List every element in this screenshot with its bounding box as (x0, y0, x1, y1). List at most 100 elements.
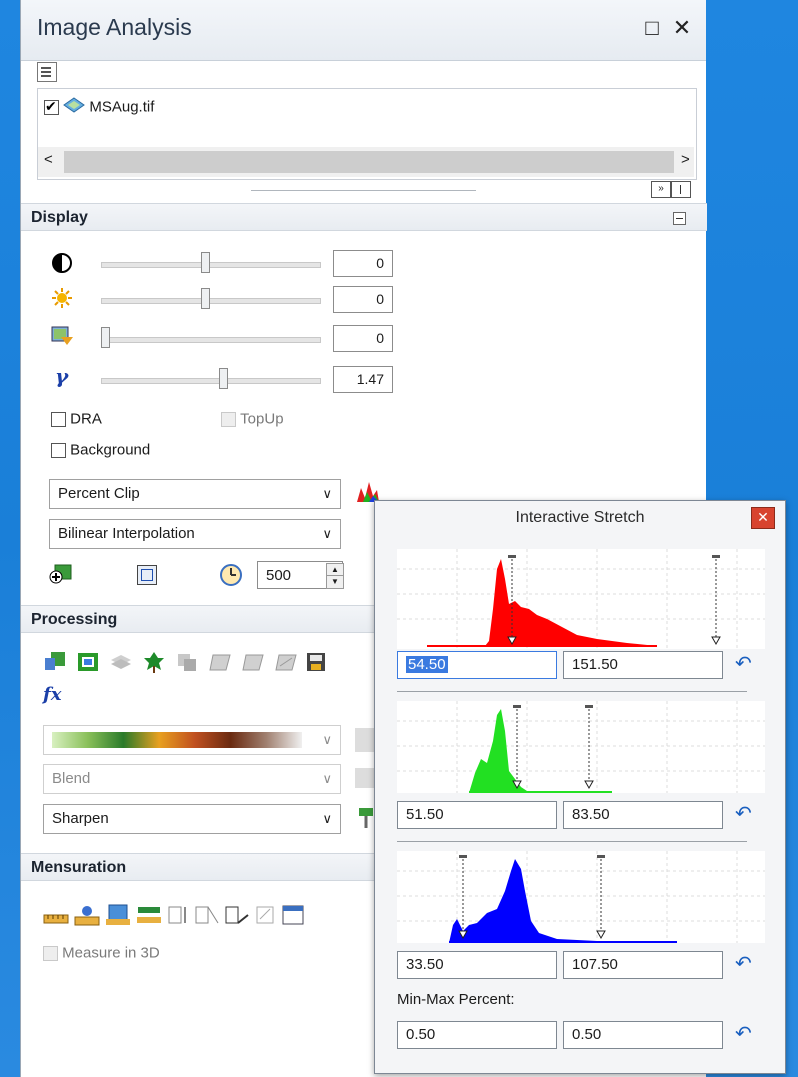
resampling-select[interactable]: Bilinear Interpolation ∨ (49, 519, 341, 549)
raster-layer-icon (63, 97, 86, 117)
measure-area-icon[interactable] (105, 903, 131, 927)
contrast-row: 0 (51, 248, 421, 280)
dialog-close-icon[interactable]: ✕ (751, 507, 775, 529)
layer-checkbox[interactable] (44, 98, 59, 115)
minmax-high-input[interactable]: 0.50 (563, 1021, 723, 1049)
minmax-reset-icon[interactable]: ↶ (735, 1021, 752, 1046)
processing-header-label: Processing (31, 611, 118, 628)
gamma-value[interactable]: 1.47 (333, 366, 393, 393)
sharpen-value: Sharpen (52, 810, 109, 827)
hillshade-disabled-icon[interactable] (175, 650, 199, 674)
horizontal-scrollbar[interactable]: < > (38, 147, 694, 177)
spinner-down-icon[interactable]: ▼ (326, 575, 344, 589)
add-layer-icon[interactable] (49, 563, 73, 585)
color-ramp-preview (52, 732, 302, 748)
mosaic-icon[interactable] (43, 650, 67, 674)
gamma-row: γ 1.47 (51, 364, 421, 396)
dra-option[interactable]: DRA (51, 410, 102, 428)
collapse-display-icon[interactable] (673, 212, 686, 225)
function-icon[interactable]: fx (43, 684, 61, 705)
red-reset-icon[interactable]: ↶ (735, 651, 752, 676)
split-view-icon[interactable] (671, 181, 691, 198)
topup-option[interactable]: TopUp (221, 410, 284, 428)
measure-distance-icon[interactable] (43, 903, 69, 927)
brightness-value[interactable]: 0 (333, 286, 393, 313)
red-histogram[interactable] (397, 549, 765, 649)
processing-toolbar (43, 650, 383, 676)
scrollbar-thumb[interactable] (64, 151, 674, 173)
sharpen-select[interactable]: Sharpen ∨ (43, 804, 341, 834)
background-checkbox[interactable] (51, 442, 66, 458)
red-min-value: 54.50 (406, 656, 448, 673)
measure-window-icon[interactable] (281, 903, 305, 927)
chevron-down-icon: ∨ (322, 486, 332, 501)
gamma-slider-thumb[interactable] (219, 368, 228, 389)
zoom-fit-icon[interactable] (137, 565, 157, 585)
contrast-slider-track[interactable] (101, 262, 321, 268)
blend-select[interactable]: Blend ∨ (43, 764, 341, 794)
display-section-header[interactable]: Display (21, 203, 707, 231)
green-min-input[interactable]: 51.50 (397, 801, 557, 829)
interactive-stretch-dialog: Interactive Stretch ✕ 54.50 151.50 ↶ 51.… (374, 500, 786, 1074)
chevron-down-icon: ∨ (322, 526, 332, 541)
measure-point-disabled-icon[interactable] (167, 903, 189, 927)
green-max-input[interactable]: 83.50 (563, 801, 723, 829)
maximize-icon[interactable]: □ (641, 16, 663, 40)
transparency-value[interactable]: 0 (333, 325, 393, 352)
blue-histogram[interactable] (397, 851, 765, 943)
green-histogram[interactable] (397, 701, 765, 793)
gamma-slider-track[interactable] (101, 378, 321, 384)
close-icon[interactable]: ✕ (671, 16, 693, 40)
chevron-down-icon: ∨ (322, 771, 332, 786)
mensuration-header-label: Mensuration (31, 859, 127, 876)
grid2-disabled-icon[interactable] (241, 650, 265, 674)
transparency-slider-track[interactable] (101, 337, 321, 343)
grid-disabled-icon[interactable] (208, 650, 232, 674)
ndvi-leaf-icon[interactable] (142, 650, 166, 674)
measure-height-icon[interactable] (74, 903, 100, 927)
layer-item[interactable]: MSAug.tif (44, 97, 154, 117)
measure-angle-icon[interactable] (136, 903, 162, 927)
splitter[interactable] (251, 190, 476, 191)
brightness-slider-track[interactable] (101, 298, 321, 304)
blue-min-input[interactable]: 33.50 (397, 951, 557, 979)
green-reset-icon[interactable]: ↶ (735, 801, 752, 826)
blue-reset-icon[interactable]: ↶ (735, 951, 752, 976)
save-icon[interactable] (305, 650, 327, 674)
dialog-title: Interactive Stretch (515, 509, 645, 526)
layers-disabled-icon[interactable] (109, 650, 133, 674)
red-max-input[interactable]: 151.50 (563, 651, 723, 679)
contrast-value[interactable]: 0 (333, 250, 393, 277)
shaded-disabled-icon[interactable] (274, 650, 298, 674)
clip-icon[interactable] (76, 650, 100, 674)
refresh-timer-icon[interactable] (219, 563, 243, 587)
brightness-slider-thumb[interactable] (201, 288, 210, 309)
color-ramp-select[interactable]: ∨ (43, 725, 341, 755)
background-option[interactable]: Background (51, 441, 150, 459)
mensuration-toolbar (43, 903, 383, 929)
scroll-left-icon[interactable]: < (44, 151, 53, 168)
red-min-input[interactable]: 54.50 (397, 651, 557, 679)
stretch-type-value: Percent Clip (58, 485, 140, 502)
minmax-low-input[interactable]: 0.50 (397, 1021, 557, 1049)
dra-checkbox[interactable] (51, 411, 66, 427)
transparency-row: 0 (51, 323, 421, 355)
stretch-type-select[interactable]: Percent Clip ∨ (49, 479, 341, 509)
measure-edit-icon[interactable] (224, 903, 250, 927)
measure-3d-option[interactable]: Measure in 3D (43, 944, 160, 962)
red-max-handle[interactable] (711, 555, 721, 646)
gamma-icon: γ (55, 364, 69, 388)
contrast-slider-thumb[interactable] (201, 252, 210, 273)
scroll-right-icon[interactable]: > (681, 151, 690, 168)
topup-checkbox[interactable] (221, 411, 236, 427)
blue-max-input[interactable]: 107.50 (563, 951, 723, 979)
measure-settings-disabled-icon[interactable] (255, 903, 277, 927)
refresh-interval-spinner[interactable]: 500 ▲ ▼ (257, 561, 344, 589)
separator-2 (397, 841, 747, 842)
measure-3d-checkbox[interactable] (43, 945, 58, 961)
list-options-icon[interactable] (37, 62, 57, 82)
transparency-slider-thumb[interactable] (101, 327, 110, 348)
collapse-all-icon[interactable]: » (651, 181, 671, 198)
blend-tool-icon[interactable] (355, 768, 375, 788)
measure-centroid-disabled-icon[interactable] (194, 903, 220, 927)
